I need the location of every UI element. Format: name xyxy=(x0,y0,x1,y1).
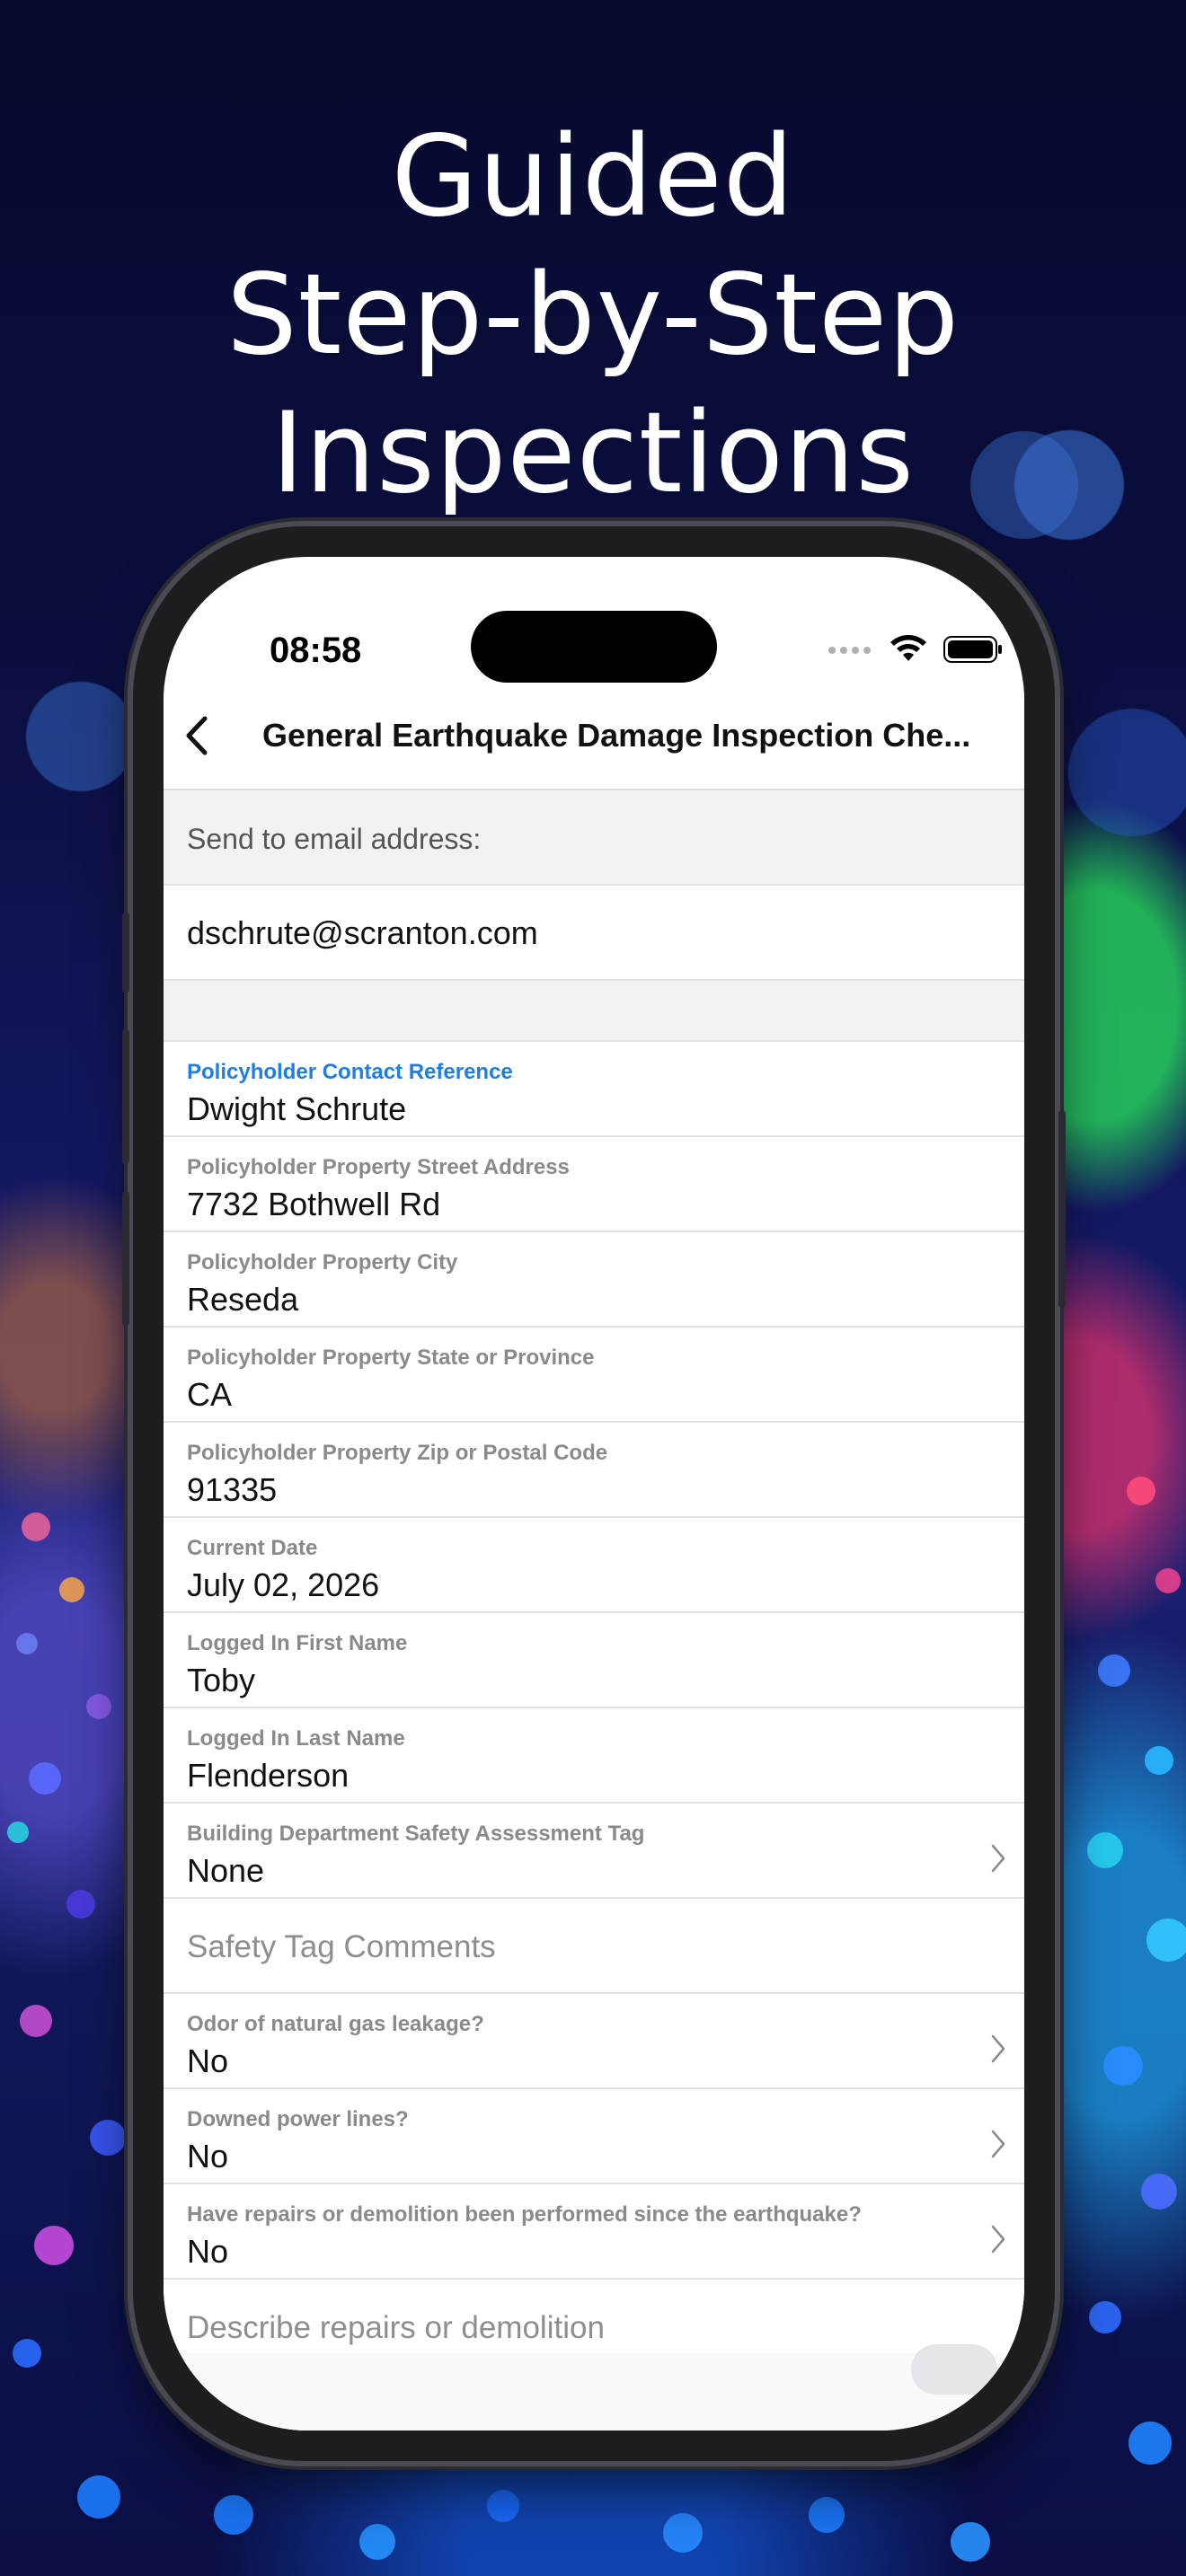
headline-line-1: Guided xyxy=(391,112,795,242)
field-row[interactable]: Policyholder Property City Reseda xyxy=(164,1232,1024,1328)
navigation-bar: General Earthquake Damage Inspection Che… xyxy=(164,683,1024,790)
field-value: CA xyxy=(187,1376,233,1413)
safety-tag-comments-field[interactable]: Safety Tag Comments xyxy=(164,1899,1024,1994)
field-value: 7732 Bothwell Rd xyxy=(187,1186,441,1222)
section-spacer xyxy=(164,981,1024,1042)
field-label: Current Date xyxy=(187,1536,318,1560)
volume-up-button xyxy=(122,1029,129,1164)
field-row[interactable]: Logged In First Name Toby xyxy=(164,1613,1024,1708)
status-time: 08:58 xyxy=(270,631,362,670)
action-button xyxy=(122,913,129,993)
email-label-section: Send to email address: xyxy=(164,790,1024,886)
chevron-right-icon xyxy=(991,1844,1005,1873)
field-value: 91335 xyxy=(187,1471,278,1508)
signal-icon xyxy=(828,647,871,654)
field-row[interactable]: Policyholder Contact Reference Dwight Sc… xyxy=(164,1042,1024,1137)
field-value: Dwight Schrute xyxy=(187,1090,407,1127)
question-value: No xyxy=(187,2138,229,2175)
field-label: Policyholder Contact Reference xyxy=(187,1060,513,1084)
chevron-right-icon xyxy=(991,2225,1005,2254)
field-value: Toby xyxy=(187,1662,256,1698)
bottom-fade xyxy=(164,2353,1024,2430)
power-button xyxy=(1058,1110,1066,1308)
field-value: Flenderson xyxy=(187,1757,350,1794)
question-row[interactable]: Have repairs or demolition been performe… xyxy=(164,2184,1024,2280)
field-label: Policyholder Property Zip or Postal Code xyxy=(187,1441,608,1465)
field-row[interactable]: Policyholder Property Zip or Postal Code… xyxy=(164,1423,1024,1518)
field-value: July 02, 2026 xyxy=(187,1566,380,1603)
field-value: Reseda xyxy=(187,1281,299,1318)
phone-frame: 08:58 General Earthquake Damage Inspecti… xyxy=(122,526,1066,2461)
field-value: None xyxy=(187,1852,265,1889)
app-screen: 08:58 General Earthquake Damage Inspecti… xyxy=(164,557,1024,2430)
chevron-right-icon xyxy=(991,2130,1005,2158)
question-label: Odor of natural gas leakage? xyxy=(187,2012,484,2036)
dynamic-island xyxy=(471,611,717,683)
question-value: No xyxy=(187,2233,229,2270)
question-value: No xyxy=(187,2042,229,2079)
headline-line-3: Inspections xyxy=(270,389,916,518)
field-label: Policyholder Property City xyxy=(187,1250,458,1275)
safety-tag-picker[interactable]: Building Department Safety Assessment Ta… xyxy=(164,1804,1024,1899)
chevron-right-icon xyxy=(991,2034,1005,2063)
question-row[interactable]: Downed power lines? No xyxy=(164,2089,1024,2184)
headline: Guided Step-by-Step Inspections xyxy=(0,108,1186,523)
field-row[interactable]: Logged In Last Name Flenderson xyxy=(164,1708,1024,1804)
field-label: Logged In First Name xyxy=(187,1631,408,1655)
back-chevron-icon[interactable] xyxy=(183,715,212,756)
safety-tag-comments-placeholder: Safety Tag Comments xyxy=(187,1929,496,1964)
volume-down-button xyxy=(122,1191,129,1326)
email-value: dschrute@scranton.com xyxy=(187,914,538,951)
field-row[interactable]: Policyholder Property Street Address 773… xyxy=(164,1137,1024,1232)
field-label: Policyholder Property State or Province xyxy=(187,1345,595,1370)
email-label: Send to email address: xyxy=(187,823,482,855)
field-label: Building Department Safety Assessment Ta… xyxy=(187,1822,645,1846)
headline-line-2: Step-by-Step xyxy=(226,251,960,380)
battery-icon xyxy=(943,636,1002,663)
field-row[interactable]: Policyholder Property State or Province … xyxy=(164,1328,1024,1423)
field-label: Logged In Last Name xyxy=(187,1726,405,1751)
field-row[interactable]: Current Date July 02, 2026 xyxy=(164,1518,1024,1613)
question-label: Downed power lines? xyxy=(187,2107,409,2131)
describe-repairs-placeholder: Describe repairs or demolition xyxy=(187,2310,605,2345)
email-field[interactable]: dschrute@scranton.com xyxy=(164,886,1024,981)
question-row[interactable]: Odor of natural gas leakage? No xyxy=(164,1994,1024,2089)
field-label: Policyholder Property Street Address xyxy=(187,1155,570,1179)
toggle-switch[interactable] xyxy=(911,2344,997,2395)
wifi-icon xyxy=(890,635,926,661)
question-label: Have repairs or demolition been performe… xyxy=(187,2202,862,2227)
page-title: General Earthquake Damage Inspection Che… xyxy=(262,717,971,754)
